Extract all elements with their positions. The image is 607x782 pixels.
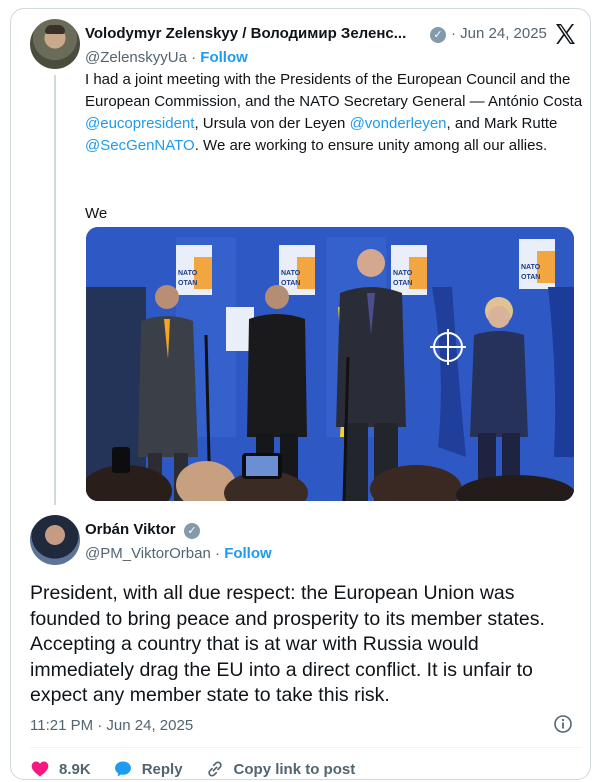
verified-badge-icon: ✓ [184,523,200,539]
quoted-handle-row: @ZelenskyyUa · Follow [85,49,248,66]
heart-icon [31,761,49,777]
photo-sign-text: NATO [521,264,541,271]
text-segment: I had a joint meeting with the President… [85,71,583,110]
follow-orban-button[interactable]: Follow [224,545,272,562]
main-tweet-text: President, with all due respect: the Eur… [30,582,545,706]
x-logo-icon[interactable] [553,22,577,46]
text-segment: . We are working to ensure unity among a… [194,137,548,154]
divider [30,747,582,748]
photo-sign-text: OTAN [178,280,197,287]
photo-sign-text: OTAN [281,280,300,287]
verified-badge-icon: ✓ [430,27,446,43]
quoted-handle[interactable]: @ZelenskyyUa [85,49,187,66]
like-count: 8.9K [59,760,91,778]
copy-link-button[interactable]: Copy link to post [205,759,356,779]
photo-sign-text: OTAN [521,274,540,281]
info-icon[interactable] [553,714,573,734]
quoted-truncated-text: We [85,205,108,222]
mention-secgennato[interactable]: @SecGenNATO [85,137,195,154]
text-segment: , Ursula von der Leyen [194,115,350,132]
quoted-author-name[interactable]: Volodymyr Zelenskyy / Володимир Зеленс..… [85,25,406,42]
text-segment: , and Mark Rutte [446,115,558,132]
like-button[interactable]: 8.9K [30,759,91,779]
post-timestamp[interactable]: 11:21 PM · Jun 24, 2025 [30,717,193,734]
photo-sign-text: NATO [178,270,198,277]
action-bar: 8.9K Reply Copy link to post [30,757,377,781]
link-icon [207,761,222,777]
quoted-tweet-text: I had a joint meeting with the President… [85,69,585,157]
photo-illustration: NATO OTAN NATO OTAN NATO OTAN NATO OTAN [86,227,574,501]
reply-button[interactable]: Reply [113,759,183,779]
main-handle[interactable]: @PM_ViktorOrban [85,545,211,562]
follow-zelenskyy-button[interactable]: Follow [200,49,248,66]
quoted-date[interactable]: · Jun 24, 2025 [451,25,547,42]
reply-label: Reply [141,760,183,778]
reply-bubble-icon [114,761,131,777]
zelenskyy-avatar[interactable] [30,19,80,69]
photo-sign-text: NATO [281,270,301,277]
mention-vonderleyen[interactable]: @vonderleyen [350,115,447,132]
main-handle-row: @PM_ViktorOrban · Follow [85,545,272,562]
photo-sign-text: OTAN [393,280,412,287]
main-author-name[interactable]: Orbán Viktor [85,521,176,538]
orban-avatar[interactable] [30,515,80,565]
embedded-post-card: Volodymyr Zelenskyy / Володимир Зеленс..… [10,8,591,780]
thread-line [54,75,56,505]
copy-link-label: Copy link to post [233,760,356,778]
mention-eucopresident[interactable]: @eucopresident [85,115,194,132]
photo-sign-text: NATO [393,270,413,277]
press-conference-photo[interactable]: NATO OTAN NATO OTAN NATO OTAN NATO OTAN [86,227,574,501]
